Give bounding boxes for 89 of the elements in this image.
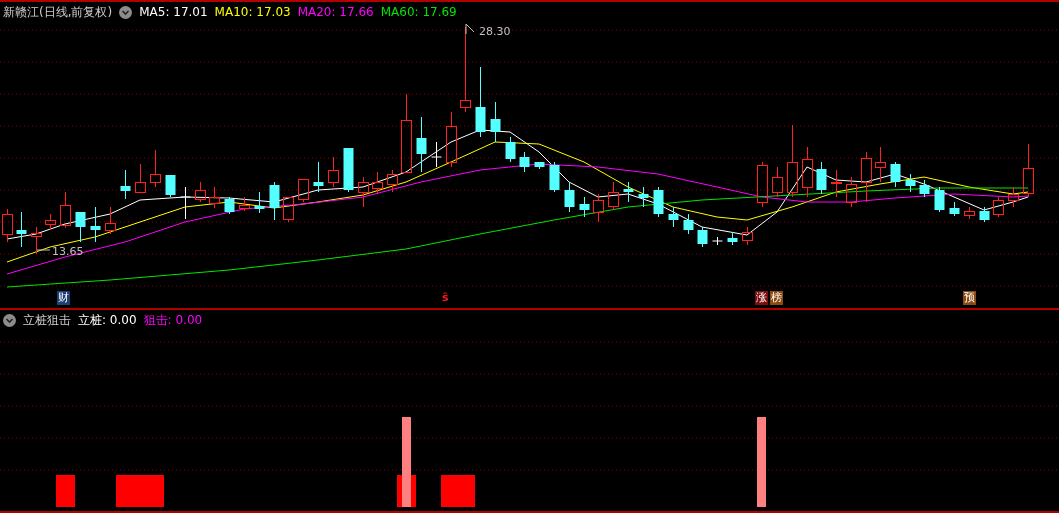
candlestick xyxy=(816,161,827,195)
candlestick xyxy=(623,181,634,203)
candlestick xyxy=(387,169,398,193)
candlestick xyxy=(254,191,265,214)
candlestick xyxy=(608,181,619,211)
candlestick xyxy=(224,196,235,215)
candlestick xyxy=(431,141,442,168)
candlestick xyxy=(75,211,86,243)
candlestick xyxy=(742,226,753,246)
candlestick xyxy=(16,211,27,248)
indicator-title: 立桩狙击 xyxy=(23,313,71,327)
event-marker[interactable]: 财 xyxy=(57,291,70,305)
candlestick xyxy=(993,196,1004,218)
signal-bar xyxy=(441,475,475,507)
candlestick xyxy=(846,176,857,208)
candlestick xyxy=(60,191,71,229)
candlestick xyxy=(490,101,501,143)
candlestick xyxy=(328,156,339,188)
candlestick xyxy=(90,206,101,243)
indicator-reading: 狙击: 0.00 xyxy=(143,313,203,327)
candlestick xyxy=(890,161,901,188)
candlestick xyxy=(549,161,560,193)
moving-average-reading: MA20: 17.66 xyxy=(297,5,374,19)
candlestick xyxy=(416,116,427,173)
candlestick xyxy=(105,206,116,235)
event-marker[interactable]: 榜 xyxy=(770,291,783,305)
candlestick xyxy=(668,206,679,228)
candlestick xyxy=(165,174,176,198)
candlestick xyxy=(964,206,975,220)
moving-average-reading: MA5: 17.01 xyxy=(139,5,208,19)
candlestick xyxy=(905,173,916,193)
candlestick xyxy=(505,136,516,163)
leader-line xyxy=(36,249,51,251)
candlestick xyxy=(653,186,664,218)
candlestick xyxy=(135,163,146,193)
candlestick xyxy=(831,169,842,198)
candlestick xyxy=(298,178,309,203)
candlestick xyxy=(593,193,604,223)
candlestick xyxy=(683,213,694,235)
chart-title: 新赣江(日线,前复权) xyxy=(3,5,113,19)
high-price-label: 28.30 xyxy=(479,25,511,38)
candlestick xyxy=(372,171,383,195)
candlestick xyxy=(343,147,354,193)
low-price-label: 13.65 xyxy=(52,245,84,258)
candlestick xyxy=(519,151,530,173)
candlestick xyxy=(861,151,872,203)
moving-average-reading: MA60: 17.69 xyxy=(380,5,457,19)
candlestick xyxy=(239,196,250,212)
candlestick xyxy=(772,166,783,198)
leader-line xyxy=(465,23,475,35)
candlestick xyxy=(31,226,42,255)
candlestick xyxy=(949,201,960,217)
candlestick xyxy=(579,196,590,218)
candlestick xyxy=(638,186,649,208)
candlestick xyxy=(120,169,131,200)
candlestick xyxy=(195,181,206,203)
candlestick xyxy=(283,196,294,223)
candlestick xyxy=(150,149,161,188)
candlestick xyxy=(446,111,457,168)
candlestick xyxy=(757,161,768,208)
candlestick xyxy=(534,161,545,170)
candlestick xyxy=(934,186,945,213)
candlestick xyxy=(727,231,738,246)
candlestick xyxy=(564,181,575,213)
candlestick xyxy=(1023,143,1034,198)
event-marker[interactable]: 预 xyxy=(963,291,976,305)
candlestick xyxy=(802,146,813,198)
event-marker[interactable]: ŝ xyxy=(441,291,450,305)
dropdown-icon[interactable] xyxy=(3,313,16,327)
indicator-reading: 立桩: 0.00 xyxy=(78,313,137,327)
candlestick xyxy=(697,226,708,248)
candlestick xyxy=(180,186,191,220)
candlestick xyxy=(1008,186,1019,208)
candlestick xyxy=(475,66,486,138)
candlestick xyxy=(269,181,280,221)
candlestick xyxy=(2,208,13,243)
moving-average-reading: MA10: 17.03 xyxy=(214,5,291,19)
candlestick xyxy=(209,186,220,209)
candlestick xyxy=(919,179,930,198)
candlestick xyxy=(358,176,369,208)
dropdown-icon[interactable] xyxy=(119,5,133,19)
candlestick xyxy=(45,213,56,231)
candlestick xyxy=(875,146,886,183)
candlestick xyxy=(313,161,324,193)
signal-bar xyxy=(56,475,75,507)
event-marker[interactable]: 涨 xyxy=(755,291,768,305)
signal-bar xyxy=(116,475,164,507)
candlestick xyxy=(979,206,990,223)
candlestick xyxy=(712,236,723,246)
